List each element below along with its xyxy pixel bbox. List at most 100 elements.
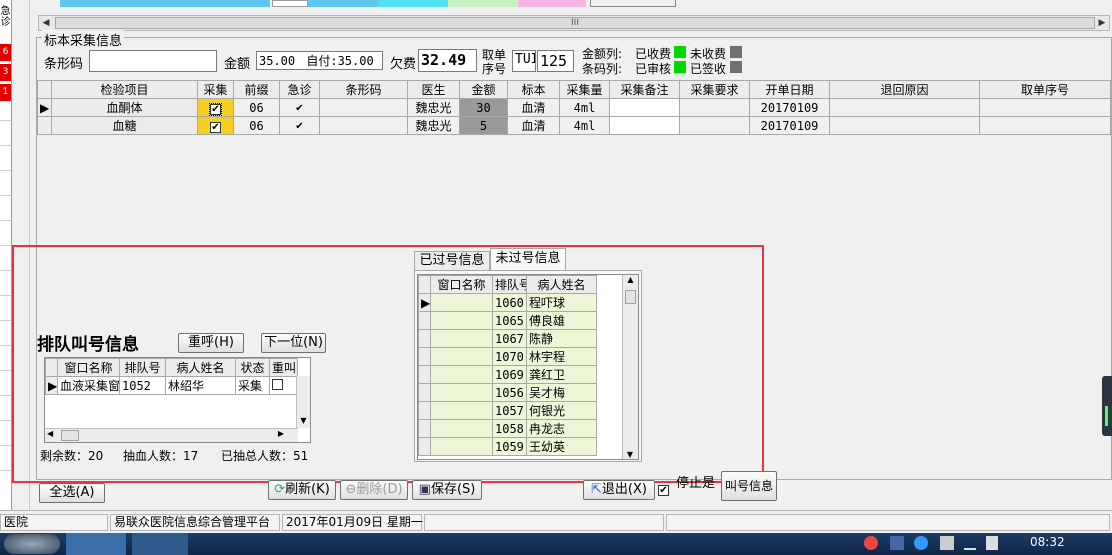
status-date: 2017年01月09日 星期一 <box>282 514 423 531</box>
urgent-checkbox[interactable]: ✔ <box>279 116 320 135</box>
take-no-input[interactable]: 125 <box>537 50 574 72</box>
tray-icon[interactable] <box>864 536 878 550</box>
col-header[interactable]: 医生 <box>407 80 460 99</box>
delete-label: 删除(D) <box>356 482 403 497</box>
top-tab[interactable] <box>590 0 676 7</box>
amount-label: 金额 <box>224 57 251 72</box>
return-reason-cell <box>829 116 980 135</box>
top-tab[interactable] <box>448 0 518 7</box>
self-pay-value: 自付:35.00 <box>306 54 374 68</box>
refresh-button[interactable]: ⟳刷新(K) <box>268 480 336 500</box>
left-strip-red-item[interactable]: 6 <box>0 44 11 61</box>
tray-icon[interactable] <box>940 536 954 550</box>
left-side-strip: 急诊 6 3 1 <box>0 0 12 510</box>
status-empty <box>424 514 664 531</box>
tray-icon[interactable] <box>914 536 928 550</box>
col-header[interactable]: 前缀 <box>233 80 280 99</box>
urgent-checkbox[interactable]: ✔ <box>279 98 320 117</box>
return-reason-cell <box>829 98 980 117</box>
unpaid-swatch <box>730 46 742 58</box>
col-header[interactable]: 采集量 <box>559 80 610 99</box>
call-info-button[interactable]: 叫号信息 <box>721 471 777 501</box>
scroll-left-icon[interactable]: ◀ <box>39 16 53 30</box>
top-tab[interactable] <box>518 0 586 7</box>
left-strip-red-item[interactable]: 3 <box>0 64 11 81</box>
delete-icon: ⊖ <box>345 482 357 497</box>
doctor-cell: 魏忠光 <box>407 98 460 117</box>
collect-req-cell <box>679 116 750 135</box>
status-empty <box>666 514 1110 531</box>
take-no-prefix[interactable]: TUI <box>512 50 536 72</box>
clock[interactable]: 08:32 <box>1030 535 1065 549</box>
collect-checkbox[interactable]: ✔ <box>197 116 234 135</box>
save-label: 保存(S) <box>430 482 476 497</box>
status-bar: 医院 易联众医院信息综合管理平台 2017年01月09日 星期一 <box>0 510 1112 533</box>
amount-value: 35.00 <box>259 54 296 68</box>
refresh-label: 刷新(K) <box>285 482 330 497</box>
select-all-button[interactable]: 全选(A) <box>39 483 105 503</box>
col-header[interactable]: 金额 <box>459 80 508 99</box>
volume-icon[interactable] <box>986 536 998 550</box>
top-horizontal-scrollbar[interactable]: ◀ III ▶ <box>38 15 1110 31</box>
scroll-thumb[interactable]: III <box>55 17 1095 29</box>
collect-checkbox[interactable]: ✔ <box>197 98 234 117</box>
tray-icon[interactable] <box>890 536 904 550</box>
amount-cell: 30 <box>459 98 508 117</box>
col-header[interactable]: 采集 <box>197 80 234 99</box>
collect-note-cell[interactable] <box>609 116 680 135</box>
col-header[interactable]: 标本 <box>507 80 560 99</box>
col-header[interactable]: 退回原因 <box>829 80 980 99</box>
refresh-icon: ⟳ <box>274 482 286 497</box>
start-button-icon[interactable] <box>4 534 60 554</box>
col-header[interactable]: 急诊 <box>279 80 320 99</box>
date-cell: 20170109 <box>749 98 830 117</box>
top-tab[interactable] <box>60 0 270 7</box>
specimen-cell: 血清 <box>507 116 560 135</box>
save-button[interactable]: ▣保存(S) <box>412 480 482 500</box>
barcode-cell[interactable] <box>319 116 408 135</box>
taskbar: 08:32 <box>0 533 1112 555</box>
scroll-right-icon[interactable]: ▶ <box>1095 16 1109 30</box>
right-edge-widget[interactable] <box>1102 376 1112 436</box>
left-strip-label: 急诊 <box>0 6 11 28</box>
delete-button[interactable]: ⊖删除(D) <box>340 480 408 500</box>
collect-note-cell[interactable] <box>609 98 680 117</box>
taskbar-app-icon[interactable] <box>132 533 188 555</box>
left-strip-red-item[interactable]: 1 <box>0 84 11 101</box>
table-row[interactable]: ▶ 血酮体 ✔ 06 ✔ 魏忠光 30 血清 4ml 20170109 <box>37 98 1111 117</box>
exit-button[interactable]: ⇱退出(X) <box>583 480 655 500</box>
col-header[interactable]: 采集备注 <box>609 80 680 99</box>
barcode-col-legend: 条码列: <box>582 62 623 76</box>
stop-label: 停止是 <box>676 476 716 491</box>
highlight-box <box>12 245 764 483</box>
top-tab[interactable] <box>308 0 378 7</box>
owed-value: 32.49 <box>418 49 477 72</box>
items-table-area: 检验项目 采集 前缀 急诊 条形码 医生 金额 标本 采集量 采集备注 采集要求… <box>37 80 1111 240</box>
date-cell: 20170109 <box>749 116 830 135</box>
col-header[interactable]: 取单序号 <box>979 80 1111 99</box>
current-row-icon: ▶ <box>37 98 52 117</box>
col-header[interactable]: 条形码 <box>319 80 408 99</box>
signed-swatch <box>730 61 742 73</box>
barcode-cell[interactable] <box>319 98 408 117</box>
taskbar-app-icon[interactable] <box>66 533 126 555</box>
barcode-input[interactable] <box>89 50 217 72</box>
top-tab[interactable] <box>272 0 308 7</box>
col-header[interactable]: 采集要求 <box>679 80 750 99</box>
reviewed-swatch <box>674 61 686 73</box>
col-header[interactable]: 开单日期 <box>749 80 830 99</box>
exit-icon: ⇱ <box>591 482 602 497</box>
status-system: 易联众医院信息综合管理平台 <box>110 514 280 531</box>
network-icon[interactable] <box>964 538 976 550</box>
volume-cell: 4ml <box>559 116 610 135</box>
doctor-cell: 魏忠光 <box>407 116 460 135</box>
top-tab[interactable] <box>378 0 448 7</box>
prefix-cell: 06 <box>233 116 280 135</box>
volume-cell: 4ml <box>559 98 610 117</box>
stop-checkbox[interactable]: ✔ <box>658 485 669 496</box>
take-no-cell <box>979 116 1111 135</box>
prefix-cell: 06 <box>233 98 280 117</box>
col-header[interactable]: 检验项目 <box>51 80 198 99</box>
table-row[interactable]: 血糖 ✔ 06 ✔ 魏忠光 5 血清 4ml 20170109 <box>37 116 1111 135</box>
owed-label: 欠费 <box>390 57 417 72</box>
